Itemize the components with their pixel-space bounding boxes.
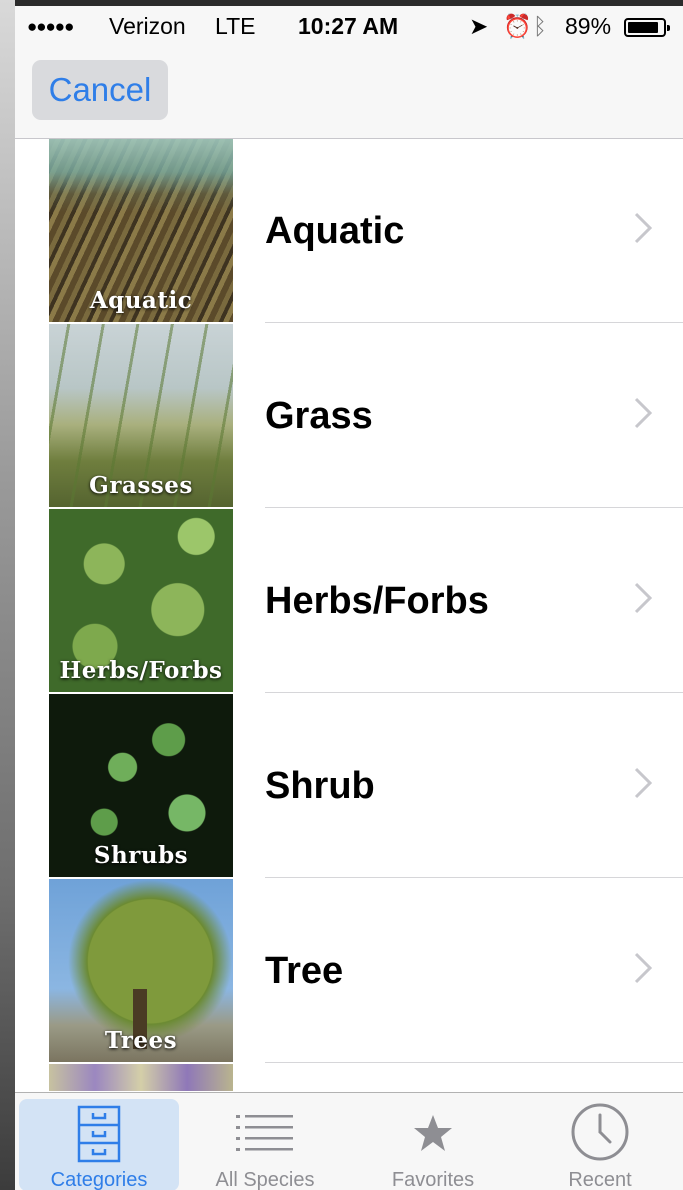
thumbnail-caption: Trees (104, 1027, 178, 1054)
thumbnail-caption: Shrubs (93, 842, 189, 869)
chevron-right-icon (634, 952, 653, 984)
row-separator (265, 692, 683, 693)
tab-favorites[interactable]: Favorites (353, 1099, 513, 1190)
clock-icon (571, 1103, 629, 1161)
chevron-right-icon (634, 582, 653, 614)
tab-categories[interactable]: Categories (19, 1099, 179, 1190)
alarm-icon: ⏰ (503, 13, 532, 39)
category-label: Shrub (265, 765, 375, 807)
tab-label: Recent (568, 1169, 632, 1190)
category-row-tree[interactable]: Trees Tree (15, 879, 683, 1063)
category-label: Herbs/Forbs (265, 580, 489, 622)
cabinet-icon (77, 1105, 121, 1163)
category-label: Aquatic (265, 210, 405, 252)
list-icon (236, 1115, 293, 1151)
battery-percent: 89% (565, 13, 612, 39)
device-frame-left (0, 0, 15, 1190)
cancel-button[interactable]: Cancel (32, 60, 168, 120)
bluetooth-icon: ᛒ (533, 13, 547, 39)
chevron-right-icon (634, 397, 653, 429)
tab-bar: Categories All Species Favorites Recent (15, 1092, 683, 1190)
status-bar: ●●●●● Verizon LTE 10:27 AM ➤ ⏰ ᛒ 89% (15, 6, 683, 46)
chevron-right-icon (634, 767, 653, 799)
battery-icon (624, 18, 670, 37)
carrier-name: Verizon (109, 13, 186, 39)
tab-label: Favorites (391, 1169, 475, 1190)
grass-thumbnail: Grasses (49, 324, 233, 507)
herbs-forbs-thumbnail: Herbs/Forbs (49, 509, 233, 692)
category-list: Aquatic Aquatic Grasses Grass Herbs/Forb… (15, 139, 683, 1091)
thumbnail-caption: Aquatic (89, 287, 193, 314)
network-type: LTE (215, 13, 256, 39)
phone-screen: ●●●●● Verizon LTE 10:27 AM ➤ ⏰ ᛒ 89% Can… (15, 6, 683, 1190)
row-separator (265, 322, 683, 323)
category-row-shrub[interactable]: Shrubs Shrub (15, 694, 683, 878)
category-row-partial[interactable] (15, 1064, 683, 1091)
tab-all-species[interactable]: All Species (185, 1099, 345, 1190)
category-row-grass[interactable]: Grasses Grass (15, 324, 683, 508)
partial-thumbnail (49, 1064, 233, 1091)
thumbnail-caption: Herbs/Forbs (59, 657, 223, 684)
category-row-herbs-forbs[interactable]: Herbs/Forbs Herbs/Forbs (15, 509, 683, 693)
star-icon (414, 1115, 452, 1151)
category-row-aquatic[interactable]: Aquatic Aquatic (15, 139, 683, 323)
trees-thumbnail: Trees (49, 879, 233, 1062)
chevron-right-icon (634, 212, 653, 244)
battery-fill (628, 22, 659, 33)
row-separator (265, 1062, 683, 1063)
tab-label: Categories (50, 1169, 148, 1190)
tab-recent[interactable]: Recent (520, 1099, 680, 1190)
row-separator (265, 877, 683, 878)
clock-time: 10:27 AM (298, 13, 399, 39)
location-arrow-icon: ➤ (469, 13, 489, 39)
navigation-bar: Cancel (15, 46, 683, 139)
signal-strength: ●●●●● (27, 17, 74, 36)
tab-label: All Species (215, 1169, 315, 1190)
aquatic-thumbnail: Aquatic (49, 139, 233, 322)
shrubs-thumbnail: Shrubs (49, 694, 233, 877)
category-label: Tree (265, 950, 344, 992)
thumbnail-caption: Grasses (89, 472, 193, 499)
row-separator (265, 507, 683, 508)
category-label: Grass (265, 395, 373, 437)
